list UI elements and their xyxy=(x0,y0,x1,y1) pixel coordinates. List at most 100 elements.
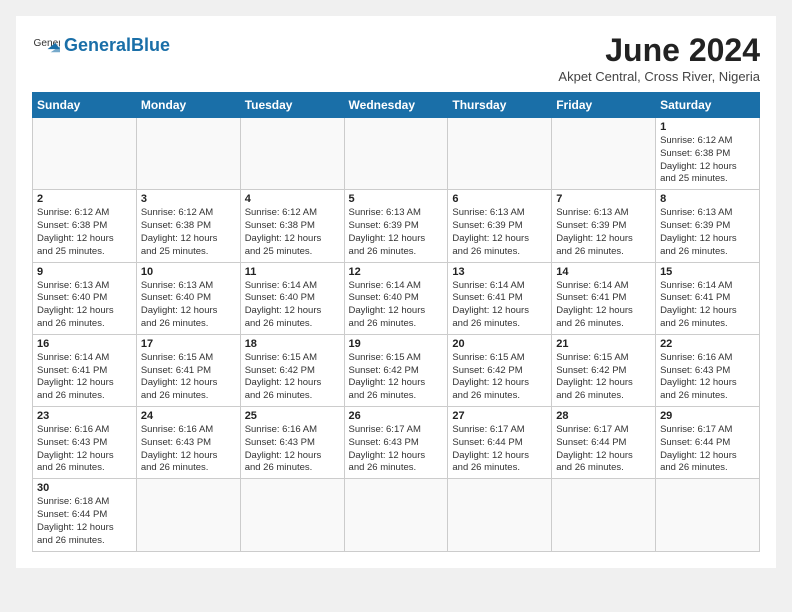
calendar-cell xyxy=(136,118,240,190)
calendar-cell xyxy=(344,479,448,551)
day-info: Sunrise: 6:15 AM Sunset: 6:42 PM Dayligh… xyxy=(452,352,547,403)
day-info: Sunrise: 6:15 AM Sunset: 6:41 PM Dayligh… xyxy=(141,352,236,403)
day-info: Sunrise: 6:17 AM Sunset: 6:44 PM Dayligh… xyxy=(452,424,547,475)
calendar-cell: 17 Sunrise: 6:15 AM Sunset: 6:41 PM Dayli… xyxy=(136,334,240,406)
day-number: 11 xyxy=(245,266,340,278)
day-info: Sunrise: 6:13 AM Sunset: 6:40 PM Dayligh… xyxy=(141,280,236,331)
calendar-cell xyxy=(33,118,137,190)
day-info: Sunrise: 6:13 AM Sunset: 6:39 PM Dayligh… xyxy=(452,207,547,258)
day-info: Sunrise: 6:15 AM Sunset: 6:42 PM Dayligh… xyxy=(245,352,340,403)
day-number: 24 xyxy=(141,410,236,422)
calendar-cell: 10 Sunrise: 6:13 AM Sunset: 6:40 PM Dayli… xyxy=(136,262,240,334)
day-info: Sunrise: 6:13 AM Sunset: 6:39 PM Dayligh… xyxy=(556,207,651,258)
day-number: 15 xyxy=(660,266,755,278)
day-info: Sunrise: 6:18 AM Sunset: 6:44 PM Dayligh… xyxy=(37,496,132,547)
calendar-title: June 2024 xyxy=(558,32,760,69)
day-number: 21 xyxy=(556,338,651,350)
day-info: Sunrise: 6:14 AM Sunset: 6:41 PM Dayligh… xyxy=(660,280,755,331)
day-info: Sunrise: 6:16 AM Sunset: 6:43 PM Dayligh… xyxy=(660,352,755,403)
calendar-cell xyxy=(240,118,344,190)
day-number: 9 xyxy=(37,266,132,278)
weekday-header: Saturday xyxy=(656,93,760,118)
calendar-cell: 12Sunrise: 6:14 AM Sunset: 6:40 PM Dayli… xyxy=(344,262,448,334)
calendar-cell: 26 Sunrise: 6:17 AM Sunset: 6:43 PM Dayli… xyxy=(344,407,448,479)
weekday-header: Tuesday xyxy=(240,93,344,118)
calendar-cell xyxy=(552,479,656,551)
day-number: 26 xyxy=(349,410,444,422)
day-info: Sunrise: 6:16 AM Sunset: 6:43 PM Dayligh… xyxy=(141,424,236,475)
day-info: Sunrise: 6:17 AM Sunset: 6:44 PM Dayligh… xyxy=(556,424,651,475)
day-info: Sunrise: 6:14 AM Sunset: 6:41 PM Dayligh… xyxy=(37,352,132,403)
day-number: 4 xyxy=(245,193,340,205)
calendar-week-row: 9 Sunrise: 6:13 AM Sunset: 6:40 PM Daylig… xyxy=(33,262,760,334)
day-info: Sunrise: 6:17 AM Sunset: 6:43 PM Dayligh… xyxy=(349,424,444,475)
calendar-cell xyxy=(240,479,344,551)
calendar-cell xyxy=(656,479,760,551)
calendar-cell: 19Sunrise: 6:15 AM Sunset: 6:42 PM Dayli… xyxy=(344,334,448,406)
calendar-cell: 21 Sunrise: 6:15 AM Sunset: 6:42 PM Dayli… xyxy=(552,334,656,406)
day-number: 22 xyxy=(660,338,755,350)
calendar-week-row: 2 Sunrise: 6:12 AM Sunset: 6:38 PM Daylig… xyxy=(33,190,760,262)
calendar-cell: 20 Sunrise: 6:15 AM Sunset: 6:42 PM Dayli… xyxy=(448,334,552,406)
day-info: Sunrise: 6:14 AM Sunset: 6:40 PM Dayligh… xyxy=(349,280,444,331)
calendar-week-row: 16Sunrise: 6:14 AM Sunset: 6:41 PM Dayli… xyxy=(33,334,760,406)
day-info: Sunrise: 6:14 AM Sunset: 6:40 PM Dayligh… xyxy=(245,280,340,331)
title-block: June 2024 Akpet Central, Cross River, Ni… xyxy=(558,32,760,84)
logo: General GeneralBlue xyxy=(32,32,170,60)
calendar-cell xyxy=(344,118,448,190)
day-number: 28 xyxy=(556,410,651,422)
calendar-cell: 8 Sunrise: 6:13 AM Sunset: 6:39 PM Daylig… xyxy=(656,190,760,262)
day-number: 10 xyxy=(141,266,236,278)
calendar-cell: 9 Sunrise: 6:13 AM Sunset: 6:40 PM Daylig… xyxy=(33,262,137,334)
calendar-cell xyxy=(552,118,656,190)
calendar-cell: 27 Sunrise: 6:17 AM Sunset: 6:44 PM Dayli… xyxy=(448,407,552,479)
calendar-cell: 25Sunrise: 6:16 AM Sunset: 6:43 PM Dayli… xyxy=(240,407,344,479)
day-info: Sunrise: 6:12 AM Sunset: 6:38 PM Dayligh… xyxy=(141,207,236,258)
day-info: Sunrise: 6:14 AM Sunset: 6:41 PM Dayligh… xyxy=(556,280,651,331)
weekday-header: Monday xyxy=(136,93,240,118)
weekday-header: Wednesday xyxy=(344,93,448,118)
day-info: Sunrise: 6:12 AM Sunset: 6:38 PM Dayligh… xyxy=(37,207,132,258)
calendar-cell: 14Sunrise: 6:14 AM Sunset: 6:41 PM Dayli… xyxy=(552,262,656,334)
day-number: 3 xyxy=(141,193,236,205)
day-number: 27 xyxy=(452,410,547,422)
day-info: Sunrise: 6:13 AM Sunset: 6:39 PM Dayligh… xyxy=(349,207,444,258)
calendar-cell: 11 Sunrise: 6:14 AM Sunset: 6:40 PM Dayli… xyxy=(240,262,344,334)
calendar-cell: 15 Sunrise: 6:14 AM Sunset: 6:41 PM Dayli… xyxy=(656,262,760,334)
calendar-cell xyxy=(448,479,552,551)
calendar-cell: 1 Sunrise: 6:12 AM Sunset: 6:38 PM Daylig… xyxy=(656,118,760,190)
day-number: 13 xyxy=(452,266,547,278)
calendar-cell: 3 Sunrise: 6:12 AM Sunset: 6:38 PM Daylig… xyxy=(136,190,240,262)
day-info: Sunrise: 6:16 AM Sunset: 6:43 PM Dayligh… xyxy=(245,424,340,475)
day-number: 8 xyxy=(660,193,755,205)
calendar-cell: 5Sunrise: 6:13 AM Sunset: 6:39 PM Daylig… xyxy=(344,190,448,262)
day-info: Sunrise: 6:12 AM Sunset: 6:38 PM Dayligh… xyxy=(245,207,340,258)
calendar-week-row: 23Sunrise: 6:16 AM Sunset: 6:43 PM Dayli… xyxy=(33,407,760,479)
calendar-cell: 22 Sunrise: 6:16 AM Sunset: 6:43 PM Dayli… xyxy=(656,334,760,406)
day-info: Sunrise: 6:17 AM Sunset: 6:44 PM Dayligh… xyxy=(660,424,755,475)
day-number: 2 xyxy=(37,193,132,205)
logo-text: GeneralBlue xyxy=(64,36,170,56)
day-info: Sunrise: 6:13 AM Sunset: 6:40 PM Dayligh… xyxy=(37,280,132,331)
calendar-cell: 23Sunrise: 6:16 AM Sunset: 6:43 PM Dayli… xyxy=(33,407,137,479)
calendar-cell xyxy=(448,118,552,190)
day-number: 30 xyxy=(37,482,132,494)
day-info: Sunrise: 6:15 AM Sunset: 6:42 PM Dayligh… xyxy=(349,352,444,403)
day-number: 20 xyxy=(452,338,547,350)
day-info: Sunrise: 6:15 AM Sunset: 6:42 PM Dayligh… xyxy=(556,352,651,403)
calendar-cell: 7Sunrise: 6:13 AM Sunset: 6:39 PM Daylig… xyxy=(552,190,656,262)
day-number: 17 xyxy=(141,338,236,350)
day-info: Sunrise: 6:13 AM Sunset: 6:39 PM Dayligh… xyxy=(660,207,755,258)
calendar-subtitle: Akpet Central, Cross River, Nigeria xyxy=(558,69,760,84)
calendar-cell: 2 Sunrise: 6:12 AM Sunset: 6:38 PM Daylig… xyxy=(33,190,137,262)
weekday-header-row: SundayMondayTuesdayWednesdayThursdayFrid… xyxy=(33,93,760,118)
day-number: 1 xyxy=(660,121,755,133)
calendar-week-row: 1 Sunrise: 6:12 AM Sunset: 6:38 PM Daylig… xyxy=(33,118,760,190)
day-info: Sunrise: 6:12 AM Sunset: 6:38 PM Dayligh… xyxy=(660,135,755,186)
calendar-cell: 13Sunrise: 6:14 AM Sunset: 6:41 PM Dayli… xyxy=(448,262,552,334)
day-number: 18 xyxy=(245,338,340,350)
weekday-header: Sunday xyxy=(33,93,137,118)
calendar-cell: 30 Sunrise: 6:18 AM Sunset: 6:44 PM Dayli… xyxy=(33,479,137,551)
calendar-cell: 28 Sunrise: 6:17 AM Sunset: 6:44 PM Dayli… xyxy=(552,407,656,479)
calendar-table: SundayMondayTuesdayWednesdayThursdayFrid… xyxy=(32,92,760,552)
